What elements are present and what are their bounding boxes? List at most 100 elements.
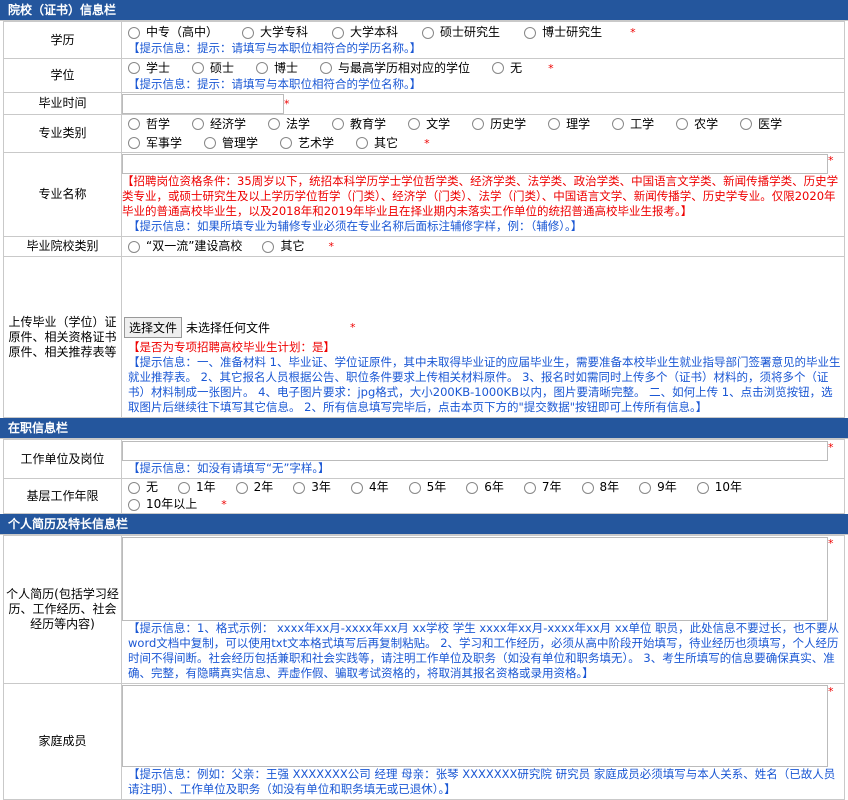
grassroots-years-option[interactable]: 1年	[178, 479, 216, 496]
employment-table: 工作单位及岗位 * 【提示信息：如没有请填写“无”字样。】 基层工作年限 无 1年…	[3, 439, 845, 514]
family-required: *	[828, 685, 834, 698]
grassroots-years-option[interactable]: 7年	[523, 479, 562, 496]
grassroots-years-radio[interactable]	[293, 481, 306, 494]
major-category-radio[interactable]	[472, 118, 485, 130]
grassroots-years-radio[interactable]	[128, 498, 140, 511]
section-header-education: 院校（证书）信息栏	[0, 0, 848, 21]
degree-radio[interactable]	[492, 62, 505, 74]
major-category-option[interactable]: 经济学	[192, 116, 246, 133]
grassroots-years-option[interactable]: 4年	[350, 479, 389, 496]
employer-input[interactable]	[122, 441, 828, 461]
major-category-radio[interactable]	[332, 118, 345, 130]
grassroots-years-option-label: 5年	[426, 480, 447, 494]
grassroots-years-option[interactable]: 5年	[408, 479, 447, 496]
major-name-input[interactable]	[122, 154, 828, 174]
degree-level-radio[interactable]	[242, 26, 255, 39]
major-category-option[interactable]: 艺术学	[280, 135, 334, 152]
degree-label: 学位	[3, 58, 122, 93]
major-category-option[interactable]: 农学	[676, 116, 718, 133]
major-category-option[interactable]: 管理学	[204, 135, 258, 152]
school-type-radio[interactable]	[128, 240, 140, 253]
major-category-option[interactable]: 历史学	[472, 116, 526, 133]
major-category-radio[interactable]	[128, 137, 140, 149]
degree-option[interactable]: 学士	[128, 60, 170, 77]
major-category-option[interactable]: 其它	[356, 135, 398, 152]
degree-option[interactable]: 与最高学历相对应的学位	[320, 60, 470, 77]
major-category-option[interactable]: 军事学	[128, 135, 182, 152]
major-category-option[interactable]: 法学	[268, 116, 310, 133]
grassroots-years-option[interactable]: 8年	[581, 479, 620, 496]
degree-level-radio[interactable]	[332, 26, 345, 39]
major-category-option-label: 哲学	[146, 116, 171, 131]
major-category-option-label: 管理学	[222, 135, 259, 150]
grassroots-years-radio[interactable]	[128, 481, 140, 494]
degree-option[interactable]: 硕士	[192, 60, 234, 77]
major-category-radio[interactable]	[280, 137, 293, 149]
major-category-option[interactable]: 工学	[612, 116, 654, 133]
grassroots-years-option[interactable]: 2年	[235, 479, 273, 496]
major-category-radio[interactable]	[676, 118, 689, 130]
degree-option-label: 学士	[146, 60, 171, 75]
grassroots-years-option[interactable]: 10年以上	[128, 496, 197, 513]
grassroots-years-radio[interactable]	[639, 481, 652, 494]
major-category-radio[interactable]	[548, 118, 561, 130]
row-major-name: 专业名称 * 【招聘岗位资格条件：35周岁以下，统招本科学历学士学位哲学类、经济…	[3, 152, 845, 237]
choose-file-button[interactable]: 选择文件	[124, 317, 183, 338]
grassroots-years-option[interactable]: 6年	[466, 479, 504, 496]
school-type-option[interactable]: “双一流”建设高校	[128, 238, 242, 255]
degree-radio[interactable]	[128, 62, 140, 74]
major-category-option[interactable]: 医学	[740, 116, 782, 133]
degree-level-radio[interactable]	[524, 26, 537, 39]
degree-option[interactable]: 无	[492, 60, 522, 77]
grassroots-years-option[interactable]: 无	[128, 479, 158, 496]
major-category-option-label: 艺术学	[298, 135, 335, 150]
major-category-radio[interactable]	[408, 118, 421, 130]
degree-radio[interactable]	[256, 62, 269, 74]
major-category-radio[interactable]	[356, 137, 369, 149]
major-category-option-label: 历史学	[490, 116, 527, 131]
degree-radio[interactable]	[320, 62, 333, 74]
grassroots-years-radio[interactable]	[466, 481, 479, 494]
major-category-radio[interactable]	[268, 118, 281, 130]
degree-radio[interactable]	[192, 62, 205, 74]
grassroots-years-radio[interactable]	[178, 481, 191, 494]
row-upload: 上传毕业（学位）证原件、相关资格证书原件、相关推荐表等 选择文件 未选择任何文件…	[3, 256, 845, 418]
degree-level-hint: 【提示信息：提示：请填写与本职位相符合的学历名称。】	[128, 41, 422, 55]
school-type-option[interactable]: 其它	[262, 238, 304, 255]
school-type-radio[interactable]	[262, 240, 275, 253]
row-major-category: 专业类别 哲学 经济学 法学 教育学 文学 历史学 理学 工学 农学 医学 军事学 管理学 艺术学 其它 *	[3, 114, 845, 153]
graduation-date-input[interactable]	[122, 93, 284, 114]
grassroots-years-radio[interactable]	[350, 481, 363, 494]
major-category-radio[interactable]	[192, 118, 205, 130]
degree-level-radio[interactable]	[128, 26, 140, 39]
grassroots-years-radio[interactable]	[408, 481, 421, 494]
resume-textarea[interactable]	[122, 537, 828, 621]
grassroots-years-radio[interactable]	[523, 481, 536, 494]
major-category-radio[interactable]	[204, 137, 217, 149]
family-textarea[interactable]	[122, 685, 828, 767]
degree-level-option[interactable]: 大学专科	[242, 24, 308, 41]
grassroots-years-radio[interactable]	[581, 481, 594, 494]
major-category-radio[interactable]	[612, 118, 625, 130]
major-category-option[interactable]: 哲学	[128, 116, 170, 133]
degree-options: 学士 硕士 博士 与最高学历相对应的学位 无 *	[128, 60, 844, 77]
major-category-option[interactable]: 教育学	[332, 116, 386, 133]
major-category-option[interactable]: 理学	[548, 116, 590, 133]
grassroots-years-option[interactable]: 9年	[639, 479, 677, 496]
degree-option[interactable]: 博士	[256, 60, 298, 77]
degree-level-option[interactable]: 中专（高中）	[128, 24, 218, 41]
major-category-option[interactable]: 文学	[408, 116, 450, 133]
grassroots-years-radio[interactable]	[235, 481, 248, 494]
degree-level-radio[interactable]	[422, 26, 435, 39]
degree-level-option[interactable]: 大学本科	[332, 24, 398, 41]
degree-level-option[interactable]: 硕士研究生	[422, 24, 500, 41]
grassroots-years-radio[interactable]	[696, 481, 709, 494]
grassroots-years-option-label: 8年	[599, 480, 620, 494]
major-category-radio[interactable]	[740, 118, 753, 130]
degree-level-option[interactable]: 博士研究生	[524, 24, 602, 41]
degree-level-option-label: 大学本科	[350, 25, 399, 39]
grassroots-years-option[interactable]: 3年	[293, 479, 331, 496]
major-category-option-label: 工学	[630, 116, 655, 131]
grassroots-years-option[interactable]: 10年	[696, 479, 742, 496]
major-category-radio[interactable]	[128, 118, 140, 130]
